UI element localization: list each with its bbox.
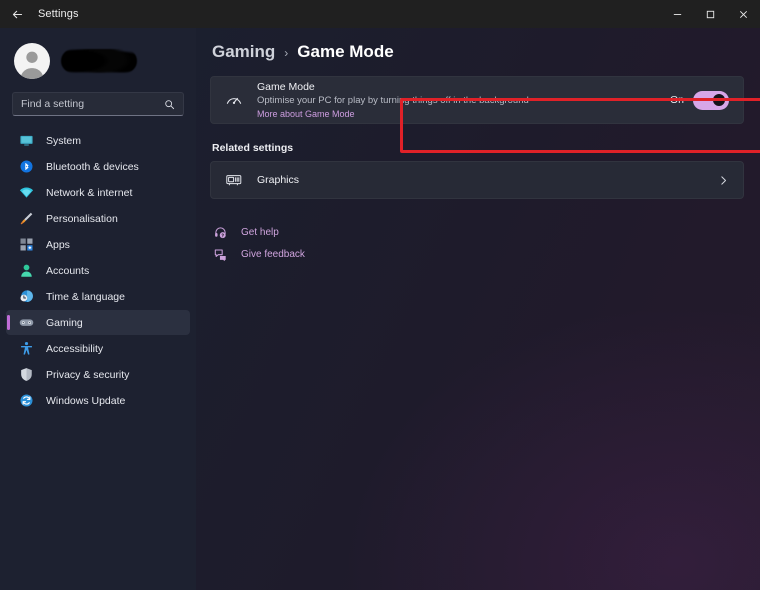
related-settings-heading: Related settings: [212, 142, 294, 154]
search-box[interactable]: [12, 92, 184, 116]
sidebar-item-label: Bluetooth & devices: [46, 160, 139, 173]
sidebar-item-label: Personalisation: [46, 212, 118, 225]
back-arrow-icon[interactable]: [0, 0, 34, 28]
clock-globe-icon: [18, 288, 35, 305]
game-mode-title: Game Mode: [257, 80, 315, 93]
sidebar-item-windows-update[interactable]: Windows Update: [6, 388, 190, 413]
toggle-knob: [713, 94, 725, 106]
game-mode-description: Optimise your PC for play by turning thi…: [257, 94, 529, 106]
main-content: Gaming › Game Mode Game Mode Optimise yo…: [196, 28, 760, 590]
game-mode-text: Game Mode Optimise your PC for play by t…: [257, 81, 670, 120]
sidebar-item-label: Accounts: [46, 264, 90, 277]
shield-icon: [18, 366, 35, 383]
related-row-label: Graphics: [257, 174, 300, 186]
maximize-button[interactable]: [694, 0, 727, 28]
page-title: Game Mode: [297, 42, 394, 61]
get-help-label: Get help: [241, 226, 279, 238]
help-headset-icon: [213, 225, 228, 240]
minimize-button[interactable]: [661, 0, 694, 28]
search-container: [0, 88, 196, 126]
person-icon: [18, 262, 35, 279]
game-mode-card: Game Mode Optimise your PC for play by t…: [210, 76, 744, 124]
get-help-link[interactable]: Get help: [213, 221, 744, 243]
feedback-icon: [213, 247, 228, 262]
sidebar-item-accessibility[interactable]: Accessibility: [6, 336, 190, 361]
footer-links: Get help Give feedback: [210, 221, 744, 265]
update-refresh-icon: [18, 392, 35, 409]
sidebar-item-label: Apps: [46, 238, 70, 251]
give-feedback-label: Give feedback: [241, 248, 305, 260]
window-title-bar: Settings: [0, 0, 760, 28]
window-body: System Bluetooth & devices Network & int…: [0, 28, 760, 590]
sidebar-item-label: Windows Update: [46, 394, 126, 407]
account-profile[interactable]: [0, 34, 196, 88]
toggle-state-label: On: [669, 94, 684, 106]
sidebar-item-network-internet[interactable]: Network & internet: [6, 180, 190, 205]
sidebar-item-label: Time & language: [46, 290, 125, 303]
breadcrumb: Gaming › Game Mode: [210, 28, 744, 76]
sidebar-item-personalisation[interactable]: Personalisation: [6, 206, 190, 231]
paintbrush-icon: [18, 210, 35, 227]
sidebar-item-time-language[interactable]: Time & language: [6, 284, 190, 309]
game-mode-control: On: [669, 90, 729, 110]
sidebar-item-privacy-security[interactable]: Privacy & security: [6, 362, 190, 387]
sidebar-item-gaming[interactable]: Gaming: [6, 310, 190, 335]
chevron-right-icon: [718, 175, 729, 186]
sidebar-item-accounts[interactable]: Accounts: [6, 258, 190, 283]
speedometer-icon: [223, 89, 245, 111]
gamepad-icon: [18, 314, 35, 331]
related-row-graphics[interactable]: Graphics: [210, 161, 744, 199]
close-button[interactable]: [727, 0, 760, 28]
give-feedback-link[interactable]: Give feedback: [213, 243, 744, 265]
breadcrumb-parent-gaming[interactable]: Gaming: [212, 42, 275, 62]
breadcrumb-separator-icon: ›: [284, 46, 289, 60]
game-mode-toggle[interactable]: [693, 90, 729, 110]
apps-grid-icon: [18, 236, 35, 253]
sidebar-item-label: Accessibility: [46, 342, 104, 355]
bluetooth-icon: [18, 158, 35, 175]
sidebar-item-apps[interactable]: Apps: [6, 232, 190, 257]
search-icon: [164, 99, 175, 110]
graphics-card-icon: [223, 169, 245, 191]
settings-window: Settings Find a setting System Bluetooth…: [0, 0, 760, 590]
user-avatar-icon: [14, 43, 50, 79]
monitor-icon: [18, 132, 35, 149]
sidebar-item-label: System: [46, 134, 82, 147]
sidebar-item-label: Privacy & security: [46, 368, 130, 381]
sidebar: System Bluetooth & devices Network & int…: [0, 28, 196, 590]
sidebar-item-label: Network & internet: [46, 186, 133, 199]
sidebar-item-label: Gaming: [46, 316, 83, 329]
account-name: [61, 43, 182, 79]
wifi-icon: [18, 184, 35, 201]
search-input[interactable]: [21, 98, 164, 110]
window-title: Settings: [38, 8, 79, 20]
redaction-blob: [61, 49, 137, 73]
sidebar-nav: System Bluetooth & devices Network & int…: [0, 126, 196, 413]
sidebar-item-bluetooth-devices[interactable]: Bluetooth & devices: [6, 154, 190, 179]
sidebar-item-system[interactable]: System: [6, 128, 190, 153]
accessibility-icon: [18, 340, 35, 357]
more-about-game-mode-link[interactable]: More about Game Mode: [257, 108, 670, 120]
